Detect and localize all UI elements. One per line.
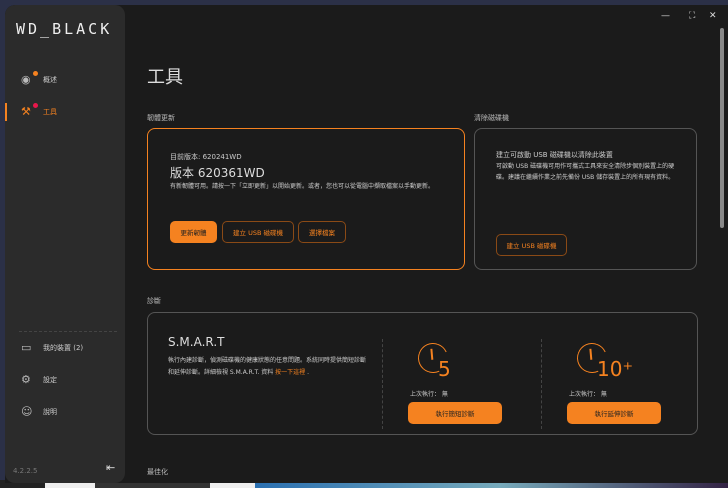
choose-file-button[interactable]: 選擇檔案	[298, 221, 346, 243]
sidebar-item-label: 工具	[43, 108, 57, 116]
eye-icon: ◉	[21, 71, 38, 86]
sidebar-item-label: 設定	[43, 376, 57, 384]
extended-test-minutes: 10⁺	[597, 357, 634, 381]
smart-details-link[interactable]: 按一下這裡	[275, 369, 305, 376]
close-icon[interactable]: ✕	[709, 11, 717, 21]
divider	[382, 339, 383, 429]
sidebar-item-my-devices[interactable]: ▭ 我的裝置 (2)	[5, 337, 125, 359]
sidebar-item-label: 概述	[43, 76, 57, 84]
sidebar-item-settings[interactable]: ⚙ 設定	[5, 369, 125, 391]
scrollbar[interactable]	[720, 28, 724, 228]
help-icon: ☺	[21, 405, 33, 418]
short-test-minutes: 5	[438, 357, 451, 381]
short-test-last-run: 上次執行： 無	[410, 391, 448, 398]
sidebar-item-help[interactable]: ☺ 說明	[5, 401, 125, 423]
section-firmware: 韌體更新	[147, 114, 175, 122]
run-short-test-button[interactable]: 執行簡短診斷	[408, 402, 502, 424]
page-title: 工具	[147, 67, 183, 88]
sidebar-item-label: 我的裝置 (2)	[43, 344, 84, 352]
current-version: 目前版本: 620241WD	[170, 153, 242, 161]
firmware-card: 目前版本: 620241WD 版本 620361WD 有新韌體可用。請按一下「立…	[147, 128, 465, 270]
erase-title: 建立可啟動 USB 磁碟機以清除此裝置	[496, 151, 613, 159]
extended-test-last-run: 上次執行： 無	[569, 391, 607, 398]
smart-title: S.M.A.R.T	[168, 335, 225, 349]
erase-desc: 可啟動 USB 磁碟機可用作可攜式工具來安全清除步個別裝置上的硬碟。建議在繼續作…	[496, 163, 675, 181]
run-extended-test-button[interactable]: 執行延伸診斷	[567, 402, 661, 424]
section-erase: 清除磁碟機	[474, 114, 509, 122]
tools-icon: ⚒	[21, 103, 38, 118]
minimize-icon[interactable]: —	[661, 11, 670, 21]
collapse-sidebar-icon[interactable]: ⇤	[106, 461, 115, 474]
smart-desc-text: 執行內建診斷，偵測磁碟機的健康狀態的任意問題。系統同時提供簡短診斷和延伸診斷。詳…	[168, 357, 367, 376]
logo: WD_BLACK	[16, 20, 113, 38]
app-window: WD_BLACK ◉ 概述 ⚒ 工具 ▭ 我的裝置 (2) ⚙ 設定 ☺ 說明 …	[5, 5, 728, 483]
smart-desc-suffix: .	[307, 369, 310, 376]
smart-card: S.M.A.R.T 執行內建診斷，偵測磁碟機的健康狀態的任意問題。系統同時提供簡…	[147, 312, 698, 435]
maximize-icon[interactable]: ⛶	[689, 11, 695, 21]
smart-desc: 執行內建診斷，偵測磁碟機的健康狀態的任意問題。系統同時提供簡短診斷和延伸診斷。詳…	[168, 355, 368, 379]
create-usb-button[interactable]: 建立 USB 磁碟機	[222, 221, 294, 243]
sidebar-item-overview[interactable]: ◉ 概述	[5, 69, 125, 91]
devices-icon: ▭	[21, 341, 32, 354]
erase-create-usb-button[interactable]: 建立 USB 磁碟機	[496, 234, 567, 256]
divider	[19, 331, 117, 332]
new-version: 版本 620361WD	[170, 166, 265, 180]
firmware-desc: 有新韌體可用。請按一下「立即更新」以開始更新。或者，您也可以從電腦中擷取檔案以手…	[170, 183, 435, 190]
update-firmware-button[interactable]: 更新韌體	[170, 221, 217, 243]
erase-card: 建立可啟動 USB 磁碟機以清除此裝置 可啟動 USB 磁碟機可用作可攜式工具來…	[474, 128, 697, 270]
divider	[541, 339, 542, 429]
section-optimize: 最佳化	[147, 468, 168, 476]
sidebar-item-tools[interactable]: ⚒ 工具	[5, 101, 125, 123]
sidebar-item-label: 說明	[43, 408, 57, 416]
sidebar: WD_BLACK ◉ 概述 ⚒ 工具 ▭ 我的裝置 (2) ⚙ 設定 ☺ 說明 …	[5, 5, 125, 483]
app-version: 4.2.2.5	[13, 467, 38, 475]
section-diagnostics: 診斷	[147, 297, 161, 305]
gear-icon: ⚙	[21, 373, 31, 386]
